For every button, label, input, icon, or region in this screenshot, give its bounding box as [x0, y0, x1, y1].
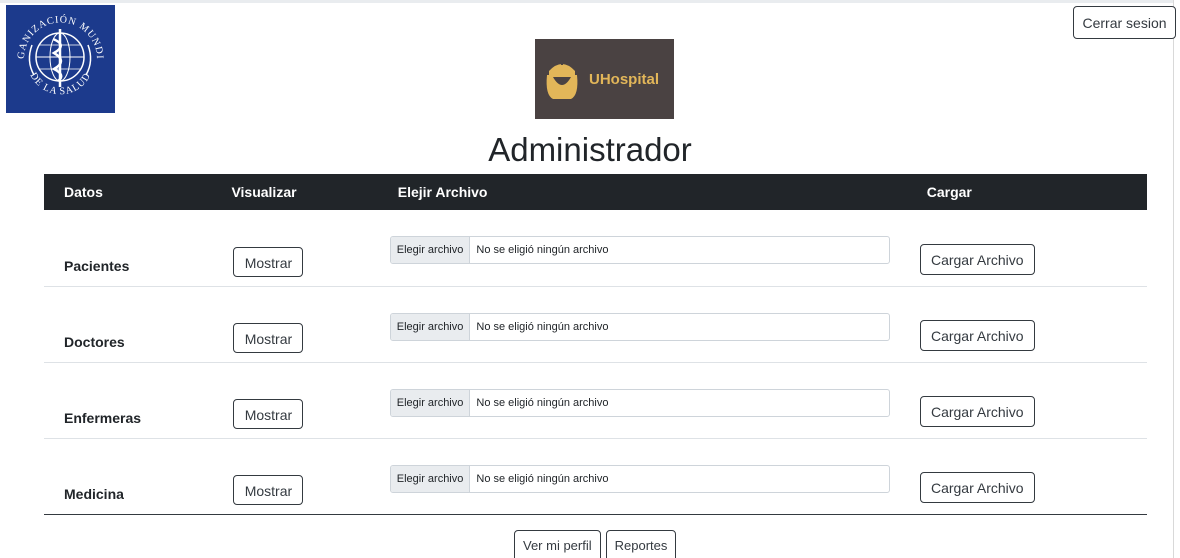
- row-label: Medicina: [64, 485, 124, 502]
- header-elejir-archivo: Elejir Archivo: [397, 184, 488, 200]
- file-input-doctores[interactable]: Elegir archivo No se eligió ningún archi…: [389, 312, 890, 341]
- page-title: Administrador: [488, 131, 692, 168]
- load-pacientes-button[interactable]: Cargar Archivo: [919, 243, 1035, 275]
- oms-logo: ORGANIZACIÓN MUNDIAL DE LA SALUD: [6, 5, 115, 113]
- choose-file-button[interactable]: Elegir archivo: [390, 313, 471, 340]
- show-medicina-button[interactable]: Mostrar: [233, 474, 304, 505]
- uhospital-logo: UHospital: [535, 39, 674, 119]
- header-datos: Datos: [64, 184, 103, 200]
- table-row-medicina: Medicina Mostrar Elegir archivo No se el…: [44, 438, 1147, 514]
- nurse-icon: [546, 59, 578, 99]
- file-status: No se eligió ningún archivo: [476, 396, 609, 409]
- load-doctores-button[interactable]: Cargar Archivo: [919, 319, 1035, 351]
- load-medicina-button[interactable]: Cargar Archivo: [919, 471, 1035, 503]
- upload-table: Datos Visualizar Elejir Archivo Cargar P…: [44, 174, 1147, 515]
- logout-button[interactable]: Cerrar sesion: [1073, 6, 1176, 39]
- table-row-doctores: Doctores Mostrar Elegir archivo No se el…: [44, 286, 1147, 362]
- row-label: Doctores: [64, 333, 125, 350]
- view-profile-button[interactable]: Ver mi perfil: [514, 530, 601, 558]
- top-border: [0, 0, 1180, 3]
- file-status: No se eligió ningún archivo: [476, 472, 609, 485]
- brand-name: UHospital: [589, 71, 660, 88]
- reports-button[interactable]: Reportes: [605, 530, 677, 558]
- choose-file-button[interactable]: Elegir archivo: [390, 237, 471, 263]
- show-enfermeras-button[interactable]: Mostrar: [233, 398, 304, 429]
- header-cargar: Cargar: [926, 184, 972, 200]
- choose-file-button[interactable]: Elegir archivo: [390, 389, 471, 416]
- file-input-pacientes[interactable]: Elegir archivo No se eligió ningún archi…: [389, 236, 890, 264]
- show-doctores-button[interactable]: Mostrar: [233, 322, 304, 353]
- table-header-row: Datos Visualizar Elejir Archivo Cargar: [44, 174, 1147, 210]
- admin-page: ORGANIZACIÓN MUNDIAL DE LA SALUD Cerrar …: [0, 0, 1180, 558]
- table-row-enfermeras: Enfermeras Mostrar Elegir archivo No se …: [44, 362, 1147, 438]
- show-pacientes-button[interactable]: Mostrar: [233, 246, 304, 277]
- footer-buttons: Ver mi perfil Reportes: [514, 530, 677, 558]
- row-label: Enfermeras: [64, 409, 142, 426]
- load-enfermeras-button[interactable]: Cargar Archivo: [919, 395, 1035, 427]
- window-scrollbar[interactable]: [1173, 0, 1180, 558]
- file-input-medicina[interactable]: Elegir archivo No se eligió ningún archi…: [389, 464, 890, 493]
- table-row-pacientes: Pacientes Mostrar Elegir archivo No se e…: [44, 210, 1147, 286]
- choose-file-button[interactable]: Elegir archivo: [390, 465, 471, 492]
- header-visualizar: Visualizar: [231, 184, 297, 200]
- row-label: Pacientes: [64, 257, 130, 274]
- file-status: No se eligió ningún archivo: [476, 320, 609, 333]
- file-status: No se eligió ningún archivo: [476, 244, 609, 256]
- file-input-enfermeras[interactable]: Elegir archivo No se eligió ningún archi…: [389, 388, 890, 417]
